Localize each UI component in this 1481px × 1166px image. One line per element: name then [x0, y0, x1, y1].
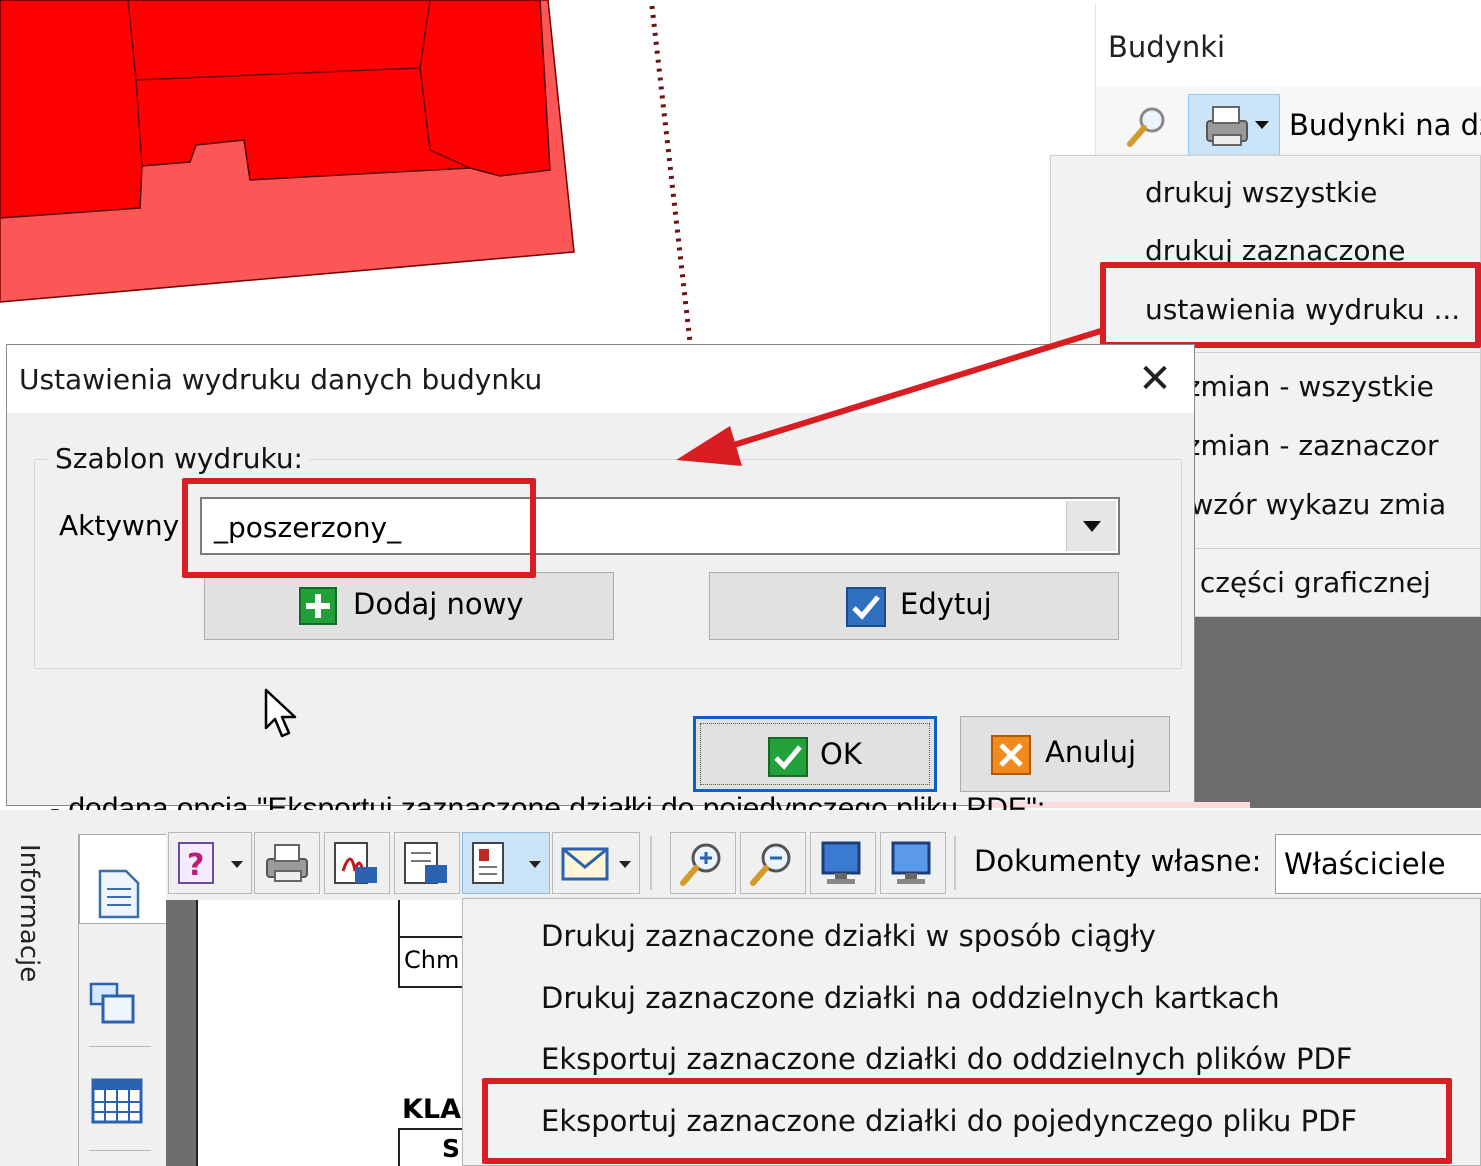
- document-icon: [98, 869, 140, 919]
- document-table-cell: [398, 900, 468, 936]
- envelope-icon: [561, 847, 609, 881]
- svg-text:?: ?: [187, 848, 204, 883]
- fit-page-button[interactable]: [810, 832, 876, 894]
- menu-item-export-separate-pdfs[interactable]: Eksportuj zaznaczone działki do oddzieln…: [541, 1042, 1352, 1076]
- bottom-screenshot: Informacje ? Dokumenty własne: Właścicie…: [0, 810, 1481, 1166]
- zoom-out-icon: [750, 843, 791, 886]
- print-button[interactable]: [254, 832, 320, 894]
- side-separator: [89, 1150, 151, 1151]
- mouse-cursor-icon: [264, 688, 297, 738]
- table-icon[interactable]: [91, 1078, 143, 1124]
- windows-icon[interactable]: [89, 982, 137, 1028]
- parcel-boundary-dotted: [649, 5, 693, 343]
- export-pdf-button[interactable]: [324, 832, 390, 894]
- ok-label: OK: [820, 737, 862, 771]
- green-check-icon: [768, 737, 808, 777]
- chevron-down-icon: [529, 861, 541, 868]
- vertical-tab-label: Informacje: [14, 844, 44, 983]
- help-dropdown-button[interactable]: ?: [168, 832, 252, 894]
- monitor-icon: [891, 841, 931, 884]
- budynki-panel-title: Budynki: [1108, 30, 1226, 64]
- active-template-label: Aktywny: [59, 509, 180, 542]
- template-group-label: Szablon wydruku:: [49, 442, 309, 475]
- zoom-in-icon: [680, 843, 721, 886]
- highlight-active-template: [182, 478, 536, 578]
- add-template-label: Dodaj nowy: [353, 587, 524, 621]
- dialog-title: Ustawienia wydruku danych budynku: [19, 363, 543, 396]
- background-gray-area: [1195, 617, 1481, 808]
- edit-template-label: Edytuj: [900, 587, 992, 621]
- printer-icon: [266, 844, 308, 882]
- document-text-fragment: Chm: [404, 946, 460, 974]
- toolbar-separator: [650, 836, 652, 890]
- side-separator: [89, 1046, 151, 1047]
- blue-check-icon: [846, 587, 886, 627]
- ok-button[interactable]: OK: [693, 716, 937, 792]
- menu-item-print-continuous[interactable]: Drukuj zaznaczone działki w sposób ciągł…: [541, 919, 1156, 953]
- map-canvas: [0, 0, 693, 343]
- orange-x-icon: [991, 735, 1031, 775]
- document-toolbar: ? Dokumenty własne: Właściciele: [166, 828, 1481, 900]
- own-documents-label: Dokumenty własne:: [974, 844, 1262, 878]
- top-screenshot: Budynki Budynki na dz drukuj wszystkie d…: [0, 0, 1481, 808]
- cancel-button[interactable]: Anuluj: [960, 716, 1170, 792]
- toolbar-separator: [954, 836, 956, 890]
- own-documents-select[interactable]: Właściciele: [1275, 834, 1481, 894]
- cancel-label: Anuluj: [1045, 735, 1137, 769]
- pdf-document-icon: [334, 842, 377, 884]
- green-plus-icon: [299, 587, 337, 625]
- email-dropdown-button[interactable]: [552, 832, 640, 894]
- printer-icon: [1206, 106, 1269, 146]
- zoom-out-button[interactable]: [740, 832, 806, 894]
- budynki-panel: Budynki Budynki na dz: [1095, 4, 1481, 164]
- magnifier-icon[interactable]: [1126, 104, 1170, 148]
- side-tab-document[interactable]: [79, 834, 167, 924]
- help-icon: ?: [178, 842, 214, 884]
- budynki-report-label: Budynki na dz: [1289, 108, 1481, 142]
- print-dropdown-button[interactable]: [1188, 94, 1280, 156]
- highlight-print-settings: [1100, 262, 1481, 348]
- chevron-down-icon: [619, 861, 631, 868]
- focus-rectangle: [700, 723, 930, 785]
- chevron-down-icon: [231, 861, 243, 868]
- report-icon: [472, 842, 504, 884]
- add-template-button[interactable]: Dodaj nowy: [204, 572, 614, 640]
- dialog-titlebar: Ustawienia wydruku danych budynku ✕: [7, 345, 1194, 413]
- menu-item-print-all[interactable]: drukuj wszystkie: [1145, 176, 1377, 209]
- close-icon[interactable]: ✕: [1135, 359, 1175, 399]
- menu-item-print-separate-pages[interactable]: Drukuj zaznaczone działki na oddzielnych…: [541, 981, 1280, 1015]
- own-documents-value: Właściciele: [1284, 847, 1446, 881]
- document-text-fragment: KLA: [402, 1094, 462, 1125]
- document-save-icon: [404, 842, 447, 884]
- fit-width-button[interactable]: [880, 832, 946, 894]
- chevron-down-icon[interactable]: [1066, 501, 1116, 551]
- monitor-icon: [821, 841, 861, 884]
- highlight-export-single-pdf: [482, 1078, 1452, 1164]
- export-dropdown-button[interactable]: [462, 832, 550, 894]
- edit-template-button[interactable]: Edytuj: [709, 572, 1119, 640]
- budynki-toolbar: Budynki na dz: [1096, 86, 1481, 156]
- save-document-button[interactable]: [394, 832, 460, 894]
- zoom-in-button[interactable]: [670, 832, 736, 894]
- side-tab-strip: [78, 834, 167, 1166]
- vertical-tab-informacje[interactable]: Informacje: [10, 820, 64, 1166]
